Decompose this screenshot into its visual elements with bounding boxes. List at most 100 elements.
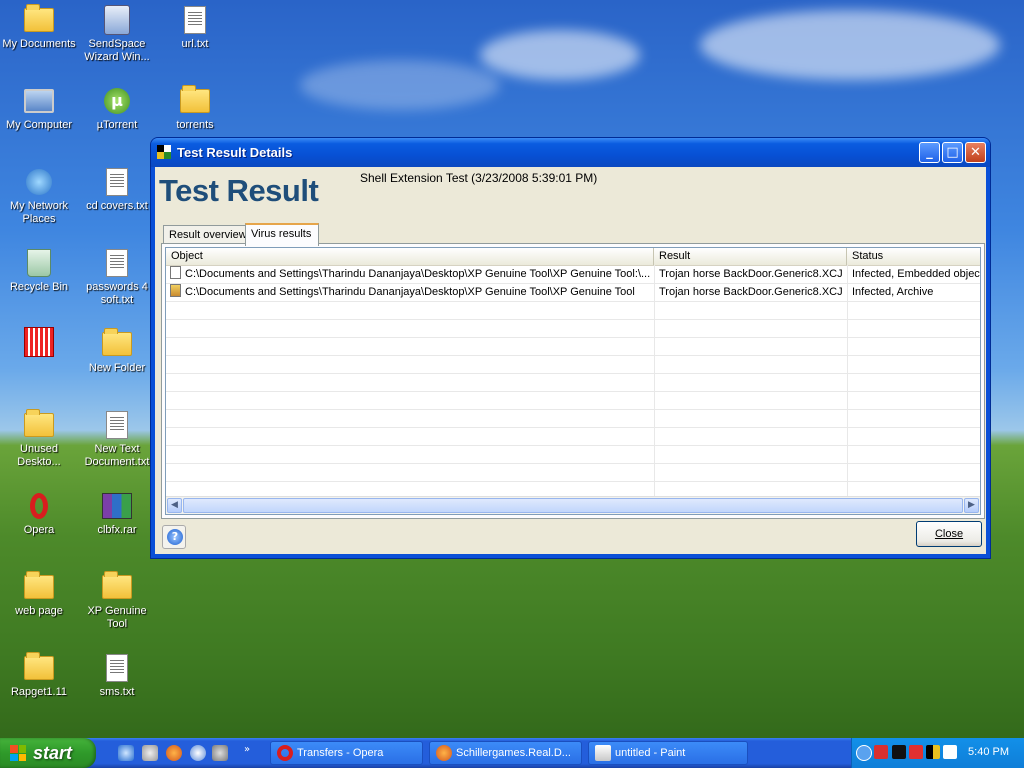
firefox-icon[interactable] [166, 745, 182, 761]
cell-result: Trojan horse BackDoor.Generic8.XCJ [659, 268, 843, 280]
computer-icon [23, 85, 55, 117]
app-shortcut-icon [23, 326, 55, 358]
taskbar-button-firefox[interactable]: Schillergames.Real.D... [429, 741, 582, 765]
desktop-icon-sendspace[interactable]: SendSpace Wizard Win... [78, 4, 156, 64]
cell-result: Trojan horse BackDoor.Generic8.XCJ [659, 286, 843, 298]
tray-app-icon[interactable] [926, 745, 940, 759]
media-player-icon[interactable] [190, 745, 206, 761]
cloud [480, 30, 640, 80]
desktop-icon-new-text-document[interactable]: New Text Document.txt [78, 409, 156, 469]
tray-app-icon[interactable] [909, 745, 923, 759]
grid-header: Object Result Status [166, 248, 980, 266]
network-icon [23, 166, 55, 198]
scroll-thumb[interactable] [183, 498, 963, 513]
rar-archive-icon [101, 490, 133, 522]
desktop-icon-cd-covers[interactable]: cd covers.txt [78, 166, 156, 213]
tab-result-overview[interactable]: Result overview [163, 225, 253, 244]
quicklaunch-tool-icon[interactable] [212, 745, 228, 761]
desktop-icon-recycle-bin[interactable]: Recycle Bin [0, 247, 78, 294]
tab-virus-results[interactable]: Virus results [245, 223, 319, 246]
scroll-right-icon[interactable]: ▶ [964, 498, 979, 513]
start-button[interactable]: start [0, 738, 96, 768]
empty-row [166, 392, 980, 410]
paint-icon [595, 745, 611, 761]
tray-expand-icon[interactable] [856, 745, 872, 761]
tray-app-icon[interactable] [892, 745, 906, 759]
help-button[interactable]: ? [162, 525, 186, 549]
cell-status: Infected, Embedded object [852, 268, 981, 280]
folder-icon [23, 652, 55, 684]
column-header-result[interactable]: Result [654, 248, 847, 265]
opera-icon [23, 490, 55, 522]
maximize-button[interactable]: □ [942, 142, 963, 163]
scroll-left-icon[interactable]: ◀ [167, 498, 182, 513]
desktop-icon-shortcut-app[interactable] [0, 326, 78, 360]
folder-icon [23, 409, 55, 441]
firefox-icon [436, 745, 452, 761]
desktop-icon-web-page[interactable]: web page [0, 571, 78, 618]
recycle-bin-icon [23, 247, 55, 279]
opera-icon [277, 745, 293, 761]
desktop-icon-clbfx-rar[interactable]: clbfx.rar [78, 490, 156, 537]
close-window-button[interactable]: ✕ [965, 142, 986, 163]
clock: 5:40 PM [968, 746, 1009, 758]
installer-icon [101, 4, 133, 36]
desktop-icon-my-network-places[interactable]: My Network Places [0, 166, 78, 226]
page-title: Test Result [159, 173, 319, 208]
text-file-icon [101, 247, 133, 279]
empty-row [166, 320, 980, 338]
desktop-icon-sms-txt[interactable]: sms.txt [78, 652, 156, 699]
desktop-icon-unused-desktop[interactable]: Unused Deskto... [0, 409, 78, 469]
test-subtitle: Shell Extension Test (3/23/2008 5:39:01 … [360, 171, 598, 185]
cloud [300, 60, 500, 110]
empty-row [166, 356, 980, 374]
windows-logo-icon [10, 745, 26, 761]
column-header-object[interactable]: Object [166, 248, 654, 265]
desktop-icon-passwords[interactable]: passwords 4 soft.txt [78, 247, 156, 307]
cloud [700, 10, 1000, 80]
horizontal-scrollbar[interactable]: ◀ ▶ [166, 496, 980, 514]
close-button[interactable]: Close [916, 521, 982, 547]
desktop-icon-rapget[interactable]: Rapget1.11 [0, 652, 78, 699]
dialog-client-area: Test Result Shell Extension Test (3/23/2… [155, 167, 986, 554]
antivirus-icon[interactable] [874, 745, 888, 759]
system-tray: 5:40 PM [851, 738, 1024, 768]
app-icon [157, 145, 171, 159]
column-divider [654, 265, 655, 497]
cell-status: Infected, Archive [852, 286, 934, 298]
virus-results-panel: Object Result Status C:\Documents and Se… [161, 243, 985, 519]
minimize-button[interactable]: _ [919, 142, 940, 163]
desktop-icon-utorrent[interactable]: µ µTorrent [78, 85, 156, 132]
folder-icon [23, 571, 55, 603]
table-row[interactable]: C:\Documents and Settings\Tharindu Danan… [166, 266, 980, 284]
cell-object: C:\Documents and Settings\Tharindu Danan… [166, 266, 654, 283]
quicklaunch-overflow-icon[interactable]: » [244, 744, 250, 755]
empty-row [166, 338, 980, 356]
tray-app-icon[interactable] [943, 745, 957, 759]
desktop-icon-torrents[interactable]: torrents [156, 85, 234, 132]
taskbar-button-opera[interactable]: Transfers - Opera [270, 741, 423, 765]
quicklaunch-app-icon[interactable] [142, 745, 158, 761]
text-file-icon [101, 409, 133, 441]
quicklaunch-desktop-icon[interactable] [118, 745, 134, 761]
folder-icon [101, 571, 133, 603]
cell-object: C:\Documents and Settings\Tharindu Danan… [166, 284, 654, 301]
column-divider [847, 265, 848, 497]
test-result-window: Test Result Details _ □ ✕ Test Result Sh… [151, 138, 990, 558]
column-header-status[interactable]: Status [847, 248, 980, 265]
desktop-icon-opera[interactable]: Opera [0, 490, 78, 537]
text-file-icon [179, 4, 211, 36]
taskbar: start » Transfers - Opera Schillergames.… [0, 738, 1024, 768]
desktop-icon-my-documents[interactable]: My Documents [0, 4, 78, 51]
desktop-icon-url-txt[interactable]: url.txt [156, 4, 234, 51]
desktop-icon-my-computer[interactable]: My Computer [0, 85, 78, 132]
empty-row [166, 374, 980, 392]
my-documents-icon [23, 4, 55, 36]
desktop-icon-xp-genuine-tool[interactable]: XP Genuine Tool [78, 571, 156, 631]
title-bar[interactable]: Test Result Details _ □ ✕ [151, 138, 990, 167]
desktop-icon-new-folder[interactable]: New Folder [78, 328, 156, 375]
taskbar-button-paint[interactable]: untitled - Paint [588, 741, 748, 765]
results-grid: Object Result Status C:\Documents and Se… [165, 247, 981, 515]
table-row[interactable]: C:\Documents and Settings\Tharindu Danan… [166, 284, 980, 302]
help-icon: ? [167, 529, 183, 545]
